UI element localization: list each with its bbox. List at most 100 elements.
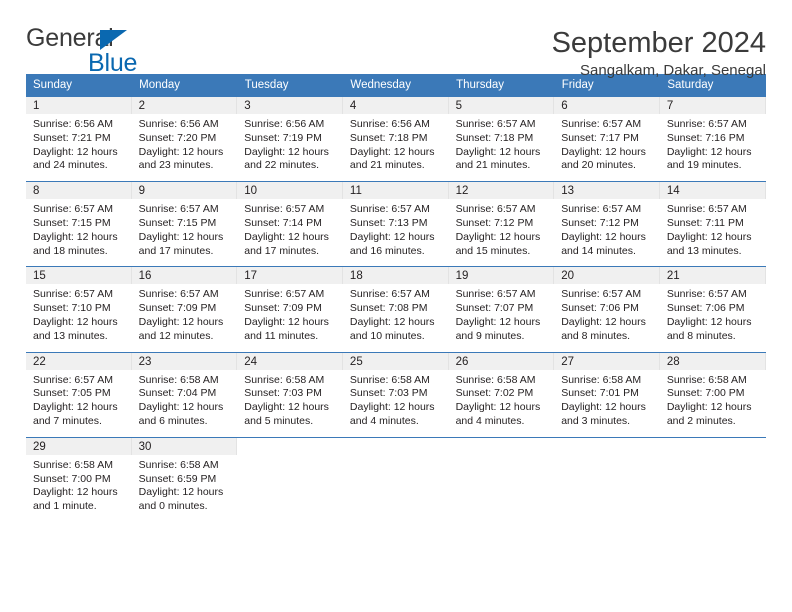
page-title: September 2024 [551,27,766,59]
daylight-text-line1: Daylight: 12 hours [349,145,435,158]
calendar-cell-empty [554,436,660,522]
daylight-text-line1: Daylight: 12 hours [666,230,752,243]
day-details: Sunrise: 6:57 AM Sunset: 7:12 PM Daylight:… [554,199,660,266]
daylight-text-line2: and 17 minutes. [244,244,319,257]
day-number: 28 [659,352,766,370]
day-details: Sunrise: 6:57 AM Sunset: 7:08 PM Daylight:… [343,284,449,351]
calendar-day-cell[interactable]: 20 Sunrise: 6:57 AM Sunset: 7:06 PM Dayligh… [554,266,660,353]
sunset-text: Sunset: 7:15 PM [33,216,111,229]
sunrise-text: Sunrise: 6:58 AM [561,373,642,386]
day-details: Sunrise: 6:56 AM Sunset: 7:18 PM Daylight:… [343,114,449,181]
sunset-text: Sunset: 7:05 PM [33,387,111,400]
daylight-text-line1: Daylight: 12 hours [455,401,541,414]
daylight-text-line2: and 0 minutes. [138,500,208,513]
sunrise-text: Sunrise: 6:57 AM [666,118,747,130]
calendar-day-cell[interactable]: 28 Sunrise: 6:58 AM Sunset: 7:00 PM Dayligh… [659,351,766,438]
calendar-day-cell[interactable]: 22 Sunrise: 6:57 AM Sunset: 7:05 PM Dayligh… [26,351,132,438]
sunset-text: Sunset: 7:08 PM [349,302,428,315]
calendar-day-cell[interactable]: 16 Sunrise: 6:57 AM Sunset: 7:09 PM Dayligh… [131,266,238,353]
calendar-day-cell[interactable]: 18 Sunrise: 6:57 AM Sunset: 7:08 PM Dayligh… [342,266,449,353]
calendar-day-cell[interactable]: 4 Sunrise: 6:56 AM Sunset: 7:18 PM Daylight… [342,95,449,182]
daylight-text-line1: Daylight: 12 hours [33,230,118,243]
day-details: Sunrise: 6:58 AM Sunset: 7:03 PM Daylight:… [237,370,343,437]
day-number: 22 [26,352,132,370]
calendar-day-cell[interactable]: 23 Sunrise: 6:58 AM Sunset: 7:04 PM Dayligh… [131,351,238,438]
sunset-text: Sunset: 7:11 PM [666,216,744,229]
daylight-text-line1: Daylight: 12 hours [138,486,224,499]
calendar-day-cell[interactable]: 21 Sunrise: 6:57 AM Sunset: 7:06 PM Dayligh… [659,266,766,353]
calendar-day-cell[interactable]: 25 Sunrise: 6:58 AM Sunset: 7:03 PM Dayligh… [342,351,449,438]
sunrise-text: Sunrise: 6:57 AM [349,288,430,301]
calendar-day-cell[interactable]: 3 Sunrise: 6:56 AM Sunset: 7:19 PM Daylight… [237,95,343,182]
sunrise-text: Sunrise: 6:56 AM [244,118,325,130]
daylight-text-line2: and 11 minutes. [244,329,319,342]
daylight-text-line1: Daylight: 12 hours [349,230,435,243]
day-details: Sunrise: 6:57 AM Sunset: 7:05 PM Daylight:… [26,370,132,437]
calendar-day-cell[interactable]: 11 Sunrise: 6:57 AM Sunset: 7:13 PM Dayligh… [342,181,449,267]
sunset-text: Sunset: 7:16 PM [666,131,745,144]
calendar-day-cell[interactable]: 10 Sunrise: 6:57 AM Sunset: 7:14 PM Dayligh… [237,181,343,267]
calendar-day-cell[interactable]: 30 Sunrise: 6:58 AM Sunset: 6:59 PM Dayligh… [131,436,238,522]
daylight-text-line1: Daylight: 12 hours [349,315,435,328]
day-number: 27 [554,352,660,370]
day-number: 21 [659,267,766,285]
calendar-day-cell[interactable]: 9 Sunrise: 6:57 AM Sunset: 7:15 PM Daylight… [131,181,238,267]
calendar-day-cell[interactable]: 12 Sunrise: 6:57 AM Sunset: 7:12 PM Dayligh… [448,181,555,267]
calendar-day-cell[interactable]: 6 Sunrise: 6:57 AM Sunset: 7:17 PM Daylight… [554,95,660,182]
day-details: Sunrise: 6:56 AM Sunset: 7:19 PM Daylight:… [237,114,343,181]
calendar-day-cell[interactable]: 17 Sunrise: 6:57 AM Sunset: 7:09 PM Dayligh… [237,266,343,353]
calendar-day-cell[interactable]: 7 Sunrise: 6:57 AM Sunset: 7:16 PM Daylight… [659,95,766,182]
daylight-text-line1: Daylight: 12 hours [561,145,646,158]
calendar-day-cell[interactable]: 27 Sunrise: 6:58 AM Sunset: 7:01 PM Dayligh… [554,351,660,438]
calendar-cell-empty [342,436,449,522]
day-details: Sunrise: 6:56 AM Sunset: 7:20 PM Daylight:… [132,114,238,181]
sunset-text: Sunset: 7:18 PM [349,131,428,144]
calendar-day-cell[interactable]: 15 Sunrise: 6:57 AM Sunset: 7:10 PM Dayligh… [26,266,132,353]
calendar-day-cell[interactable]: 2 Sunrise: 6:56 AM Sunset: 7:20 PM Daylight… [131,95,238,182]
sunrise-text: Sunrise: 6:58 AM [455,373,536,386]
daylight-text-line1: Daylight: 12 hours [666,315,752,328]
daylight-text-line2: and 7 minutes. [33,414,102,427]
day-details: Sunrise: 6:57 AM Sunset: 7:09 PM Daylight:… [132,284,238,351]
sunrise-text: Sunrise: 6:58 AM [33,458,113,471]
calendar-day-cell[interactable]: 5 Sunrise: 6:57 AM Sunset: 7:18 PM Daylight… [448,95,555,182]
calendar-day-cell[interactable]: 1 Sunrise: 6:56 AM Sunset: 7:21 PM Daylight… [26,95,132,182]
sunrise-text: Sunrise: 6:57 AM [349,203,430,216]
calendar-day-cell[interactable]: 8 Sunrise: 6:57 AM Sunset: 7:15 PM Daylight… [26,181,132,267]
day-details: Sunrise: 6:58 AM Sunset: 7:02 PM Daylight:… [449,370,555,437]
daylight-text-line1: Daylight: 12 hours [244,145,329,158]
day-details: Sunrise: 6:57 AM Sunset: 7:15 PM Daylight:… [26,199,132,266]
daylight-text-line2: and 4 minutes. [349,414,419,427]
daylight-text-line2: and 13 minutes. [33,329,108,342]
day-number: 17 [237,267,343,285]
sunrise-text: Sunrise: 6:57 AM [561,288,642,301]
calendar-day-cell[interactable]: 19 Sunrise: 6:57 AM Sunset: 7:07 PM Dayligh… [448,266,555,353]
day-number: 12 [448,182,555,200]
daylight-text-line1: Daylight: 12 hours [244,230,329,243]
sunset-text: Sunset: 7:09 PM [138,302,217,315]
sunrise-text: Sunrise: 6:58 AM [138,373,219,386]
sunset-text: Sunset: 7:10 PM [33,302,111,315]
day-details: Sunrise: 6:57 AM Sunset: 7:06 PM Daylight:… [660,284,766,351]
sunset-text: Sunset: 7:12 PM [455,216,534,229]
day-number: 13 [554,182,660,200]
general-blue-logo[interactable]: General Blue [26,26,166,77]
day-details: Sunrise: 6:57 AM Sunset: 7:13 PM Daylight:… [343,199,449,266]
daylight-text-line2: and 20 minutes. [561,159,636,172]
calendar-day-cell[interactable]: 13 Sunrise: 6:57 AM Sunset: 7:12 PM Dayligh… [554,181,660,267]
day-number: 26 [448,352,555,370]
day-number: 6 [554,97,660,114]
weekday-header-monday: Monday [131,74,238,97]
daylight-text-line2: and 19 minutes. [666,159,742,172]
sunrise-text: Sunrise: 6:57 AM [33,288,113,301]
daylight-text-line2: and 8 minutes. [561,329,631,342]
calendar-day-cell[interactable]: 26 Sunrise: 6:58 AM Sunset: 7:02 PM Dayligh… [448,351,555,438]
calendar-day-cell[interactable]: 29 Sunrise: 6:58 AM Sunset: 7:00 PM Dayligh… [26,436,132,522]
logo-text-blue: Blue [88,49,138,77]
calendar-day-cell[interactable]: 24 Sunrise: 6:58 AM Sunset: 7:03 PM Dayligh… [237,351,343,438]
day-number: 18 [342,267,449,285]
daylight-text-line1: Daylight: 12 hours [666,145,752,158]
daylight-text-line2: and 22 minutes. [244,159,319,172]
sunset-text: Sunset: 7:20 PM [138,131,217,144]
calendar-day-cell[interactable]: 14 Sunrise: 6:57 AM Sunset: 7:11 PM Dayligh… [659,181,766,267]
